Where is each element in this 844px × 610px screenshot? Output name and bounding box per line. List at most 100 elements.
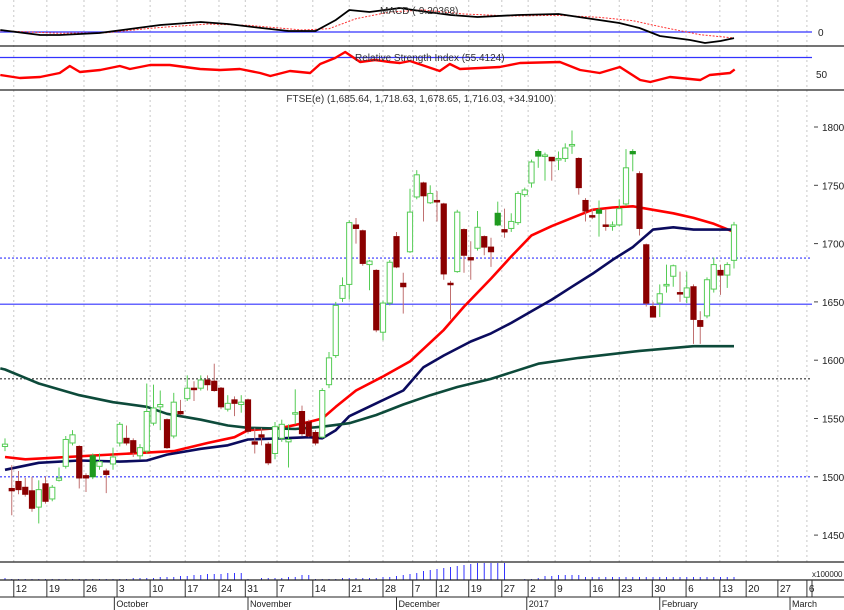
- volume-unit-label: x10000: [812, 570, 839, 579]
- candle-body: [501, 229, 508, 233]
- candle-body: [55, 477, 63, 481]
- candle-body: [616, 208, 623, 226]
- candle-body: [386, 261, 393, 304]
- candle-body: [649, 306, 657, 318]
- candle-body: [89, 455, 96, 478]
- date-tick-label: 9: [557, 584, 563, 595]
- candle-body: [636, 173, 643, 229]
- candle-body: [562, 147, 569, 159]
- rsi-title: Relative Strength Index (55.4124): [355, 53, 505, 64]
- candle-body: [49, 486, 56, 500]
- candle-body: [602, 224, 609, 227]
- date-tick-label: 21: [351, 584, 363, 595]
- candle-body: [474, 226, 481, 249]
- candle-body: [258, 434, 265, 438]
- candle-body: [298, 411, 306, 435]
- candle-body: [211, 380, 218, 392]
- candle-body: [325, 357, 333, 386]
- date-tick-label: 16: [592, 584, 604, 595]
- month-label: February: [662, 599, 699, 609]
- month-label: December: [399, 599, 441, 609]
- date-tick-label: 19: [471, 584, 483, 595]
- candle-body: [433, 199, 441, 203]
- date-tick-label: 7: [279, 584, 285, 595]
- candle-body: [595, 209, 603, 214]
- price-tick-label: 1450: [822, 531, 844, 542]
- candle-body: [251, 441, 258, 445]
- candle-body: [548, 156, 555, 162]
- candle-body: [170, 401, 177, 437]
- candle-body: [528, 161, 535, 184]
- candle-body: [373, 269, 380, 331]
- candle-body: [184, 387, 191, 400]
- candle-body: [143, 411, 150, 452]
- candle-body: [582, 199, 589, 212]
- candle-body: [42, 483, 49, 502]
- candle-body: [150, 407, 157, 424]
- candle-body: [575, 157, 582, 189]
- candle-body: [312, 431, 319, 444]
- candle-body: [724, 264, 731, 276]
- candle-body: [730, 224, 738, 261]
- price-tick-label: 1700: [822, 240, 844, 251]
- month-label: October: [116, 599, 148, 609]
- candle-body: [109, 456, 117, 465]
- candle-body: [366, 260, 373, 266]
- price-tick-label: 1650: [822, 298, 844, 309]
- candle-body: [69, 434, 76, 444]
- price-title: FTSE(e) (1,685.64, 1,718.63, 1,678.65, 1…: [286, 94, 553, 105]
- candle-body: [123, 437, 130, 444]
- candle-body: [420, 182, 427, 197]
- candle-body: [244, 399, 252, 432]
- candle-body: [703, 279, 711, 317]
- candle-body: [521, 189, 528, 196]
- candle-body: [359, 230, 366, 264]
- candle-body: [224, 402, 231, 410]
- candle-body: [622, 167, 630, 205]
- date-tick-label: 27: [504, 584, 516, 595]
- candle-body: [629, 150, 636, 155]
- date-tick-label: 31: [247, 584, 259, 595]
- candle-body: [690, 286, 697, 320]
- volume-zero-label: 0: [838, 570, 843, 579]
- candle-body: [238, 401, 245, 406]
- candle-body: [656, 293, 663, 304]
- date-tick-label: 17: [187, 584, 199, 595]
- candle-body: [136, 447, 144, 457]
- candle-body: [163, 419, 171, 449]
- candle-body: [670, 265, 677, 277]
- candle-body: [555, 157, 562, 161]
- candle-body: [8, 487, 15, 492]
- rsi-50-label: 50: [816, 70, 828, 81]
- date-tick-label: 3: [119, 584, 125, 595]
- date-tick-label: 14: [315, 584, 327, 595]
- candle-body: [697, 320, 704, 327]
- candle-body: [22, 486, 29, 495]
- candle-body: [508, 220, 515, 229]
- price-tick-label: 1500: [822, 473, 844, 484]
- candle-body: [481, 236, 488, 248]
- candle-body: [103, 470, 110, 475]
- candle-body: [116, 423, 123, 444]
- date-tick-label: 30: [654, 584, 666, 595]
- date-tick-label: 13: [722, 584, 734, 595]
- candle-body: [352, 224, 360, 229]
- candle-body: [676, 292, 684, 295]
- candle-body: [157, 404, 164, 408]
- date-tick-label: 6: [688, 584, 694, 595]
- candle-body: [271, 426, 279, 454]
- candle-body: [440, 203, 447, 275]
- candle-body: [278, 423, 285, 439]
- candle-body: [541, 154, 549, 157]
- macd-zero-label: 0: [818, 28, 824, 39]
- date-tick-label: 7: [415, 584, 421, 595]
- candle-body: [204, 379, 211, 386]
- candle-body: [62, 438, 69, 467]
- candle-body: [1, 443, 9, 447]
- candle-body: [535, 150, 542, 157]
- candle-body: [177, 411, 184, 415]
- candle-body: [643, 244, 650, 304]
- candle-body: [190, 387, 198, 391]
- candle-body: [663, 283, 670, 287]
- candle-body: [467, 257, 474, 261]
